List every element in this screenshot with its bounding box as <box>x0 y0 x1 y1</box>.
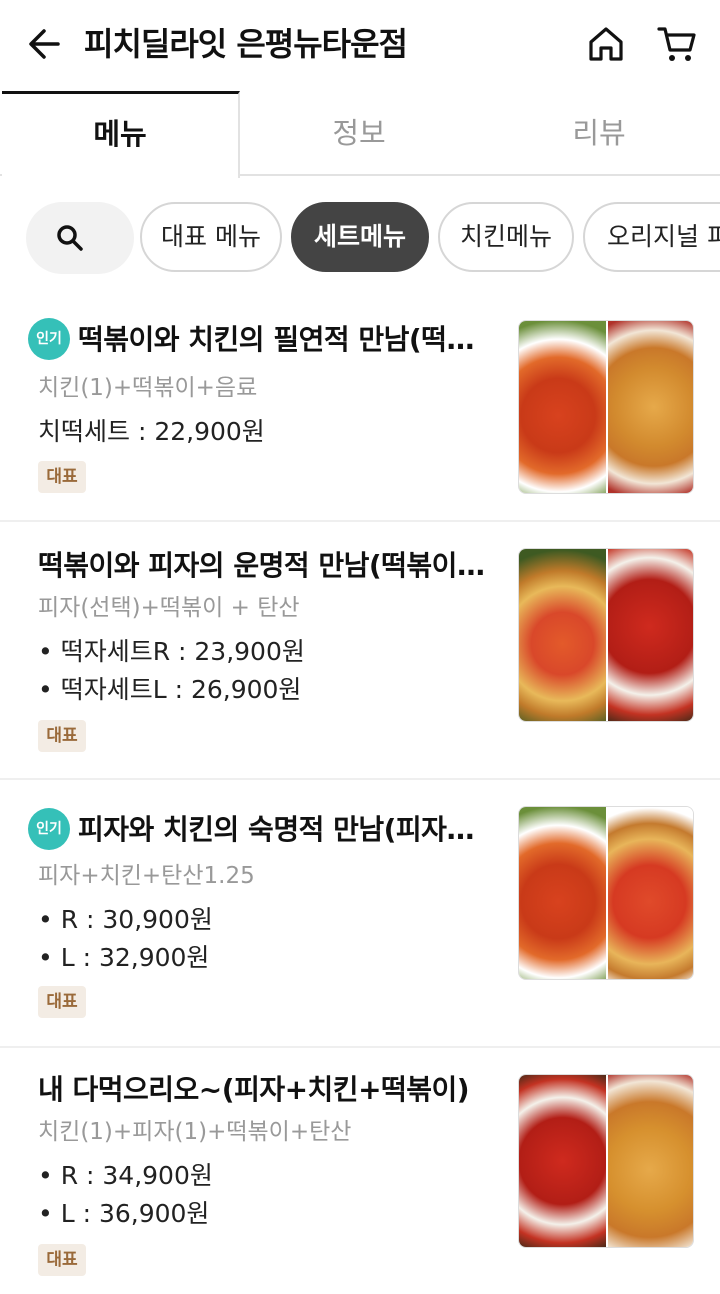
popular-badge: 인기 <box>28 808 70 850</box>
tab-info[interactable]: 정보 <box>240 91 478 176</box>
category-chips: 대표 메뉴 세트메뉴 치킨메뉴 오리지널 피 <box>0 200 720 274</box>
app-header: 피치딜라잇 은평뉴타운점 <box>0 0 720 90</box>
menu-item-image <box>518 548 694 722</box>
menu-item-price: • L : 36,900원 <box>38 1199 210 1228</box>
menu-item-price: • 떡자세트R : 23,900원 <box>38 637 305 666</box>
menu-item-price: • 떡자세트L : 26,900원 <box>38 675 302 704</box>
menu-item-name: 내 다먹으리오~(피자+치킨+떡볶이) <box>38 1073 470 1106</box>
menu-item-description: 치킨(1)+떡볶이+음료 <box>38 375 258 401</box>
chip-representative-menu[interactable]: 대표 메뉴 <box>140 202 282 272</box>
back-arrow-icon[interactable] <box>24 24 64 64</box>
menu-item-name: 떡볶이와 피자의 운명적 만남(떡볶이세트) <box>38 549 496 582</box>
menu-item[interactable]: 인기 떡볶이와 치킨의 필연적 만남(떡볶이세트) 치킨(1)+떡볶이+음료 치… <box>0 296 720 522</box>
tab-bar: 메뉴 정보 리뷰 <box>0 91 720 178</box>
menu-item-name: 피자와 치킨의 숙명적 만남(피자치킨세트) <box>78 813 496 846</box>
page-title: 피치딜라잇 은평뉴타운점 <box>84 25 408 63</box>
search-button[interactable] <box>26 202 134 274</box>
cart-icon[interactable] <box>656 24 698 64</box>
menu-item-image <box>518 806 694 980</box>
menu-item[interactable]: 떡볶이와 피자의 운명적 만남(떡볶이세트) 피자(선택)+떡볶이 + 탄산 •… <box>0 522 720 780</box>
popular-badge: 인기 <box>28 318 70 360</box>
menu-item[interactable]: 인기 피자와 치킨의 숙명적 만남(피자치킨세트) 피자+치킨+탄산1.25 •… <box>0 780 720 1048</box>
menu-item-price: • R : 34,900원 <box>38 1161 213 1190</box>
menu-item-price: • R : 30,900원 <box>38 905 213 934</box>
representative-tag: 대표 <box>38 720 86 752</box>
chip-set-menu[interactable]: 세트메뉴 <box>291 202 429 272</box>
home-icon[interactable] <box>586 24 626 64</box>
chip-chicken-menu[interactable]: 치킨메뉴 <box>438 202 574 272</box>
menu-item-price: • L : 32,900원 <box>38 943 210 972</box>
menu-item-price: 치떡세트 : 22,900원 <box>38 417 265 446</box>
menu-item-description: 치킨(1)+피자(1)+떡볶이+탄산 <box>38 1119 352 1145</box>
menu-item-description: 피자+치킨+탄산1.25 <box>38 863 255 889</box>
menu-item-image <box>518 320 694 494</box>
representative-tag: 대표 <box>38 986 86 1018</box>
representative-tag: 대표 <box>38 461 86 493</box>
menu-item[interactable]: 내 다먹으리오~(피자+치킨+떡볶이) 치킨(1)+피자(1)+떡볶이+탄산 •… <box>0 1048 720 1294</box>
tab-review[interactable]: 리뷰 <box>480 91 718 176</box>
representative-tag: 대표 <box>38 1244 86 1276</box>
search-icon <box>57 225 83 251</box>
chip-original-pizza[interactable]: 오리지널 피 <box>583 202 720 272</box>
menu-item-name: 떡볶이와 치킨의 필연적 만남(떡볶이세트) <box>78 323 496 356</box>
tab-menu[interactable]: 메뉴 <box>2 91 240 178</box>
menu-item-image <box>518 1074 694 1248</box>
menu-item-description: 피자(선택)+떡볶이 + 탄산 <box>38 595 300 621</box>
